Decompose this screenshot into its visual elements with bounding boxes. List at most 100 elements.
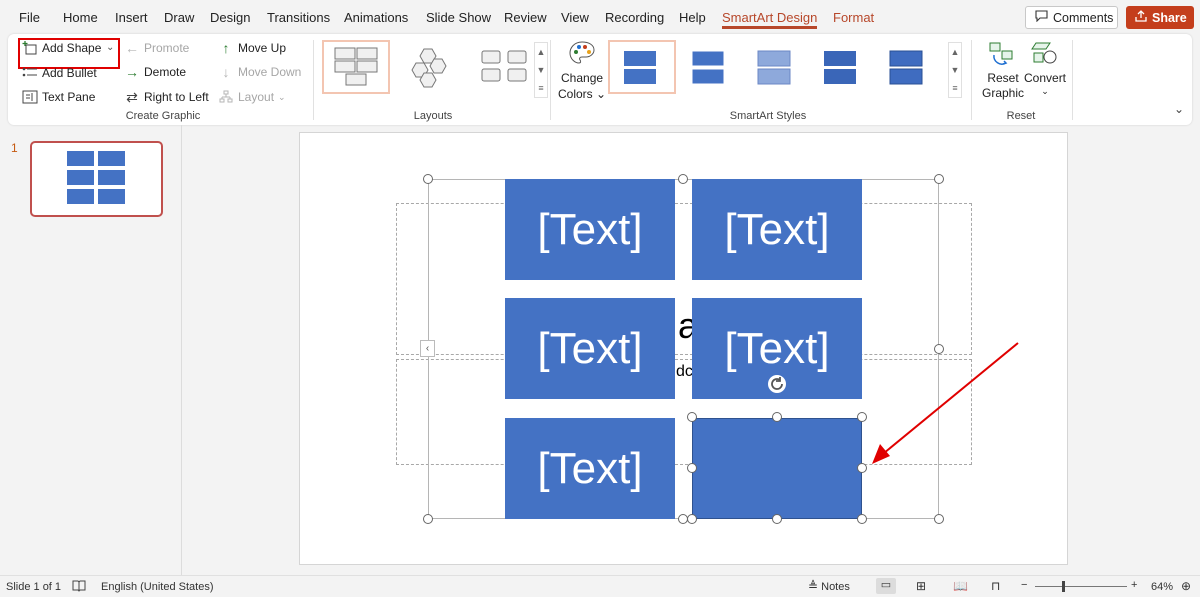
group-divider	[971, 40, 972, 120]
add-shape-button[interactable]: Add Shape	[18, 38, 120, 69]
menu-view[interactable]: View	[561, 10, 589, 25]
notes-button[interactable]: ≜ Notes	[808, 579, 850, 593]
reading-view-icon[interactable]: 📖	[953, 579, 968, 593]
slide-counter: Slide 1 of 1	[6, 581, 62, 593]
move-down-label: Move Down	[238, 65, 302, 79]
shape-resize-handle[interactable]	[687, 463, 697, 473]
frame-resize-handle[interactable]	[934, 174, 944, 184]
change-colors-button[interactable]: Change Colors ⌄	[558, 40, 606, 101]
move-down-button[interactable]: ↓ Move Down	[218, 64, 302, 80]
style-option-4[interactable]	[808, 40, 876, 94]
frame-resize-handle[interactable]	[678, 174, 688, 184]
menu-home[interactable]: Home	[63, 10, 98, 25]
menu-animations[interactable]: Animations	[344, 10, 408, 25]
smartart-styles-gallery: ▲ ▼ ≡	[608, 40, 966, 100]
smartart-shape-1[interactable]: [Text]	[505, 179, 675, 280]
arrow-right-icon: →	[125, 64, 139, 80]
shape-resize-handle[interactable]	[857, 514, 867, 524]
zoom-in-icon[interactable]: +	[1131, 579, 1137, 591]
more-icon[interactable]: ≡	[949, 79, 961, 97]
ribbon: Add Shape ⌄ Add Bullet Text Pane ← Promo…	[8, 34, 1192, 125]
menu-slide-show[interactable]: Slide Show	[426, 10, 491, 25]
normal-view-icon[interactable]: ▭	[876, 578, 896, 594]
share-button[interactable]: Share	[1126, 6, 1194, 29]
right-to-left-button[interactable]: ⇄ Right to Left	[124, 89, 209, 105]
slide-sorter-icon[interactable]: ⊞	[916, 579, 926, 593]
layout-option-blocks[interactable]	[470, 40, 538, 94]
text-pane-icon	[22, 89, 38, 105]
style-option-3[interactable]	[742, 40, 810, 94]
text-pane-button[interactable]: Text Pane	[22, 89, 95, 105]
scroll-down-icon[interactable]: ▼	[535, 61, 547, 79]
smartart-shape-5[interactable]: [Text]	[505, 418, 675, 519]
more-icon[interactable]: ≡	[535, 79, 547, 97]
style-option-1[interactable]	[608, 40, 676, 94]
zoom-level[interactable]: 64%	[1151, 581, 1173, 593]
add-bullet-button[interactable]: Add Bullet	[22, 65, 97, 81]
layouts-scroll[interactable]: ▲ ▼ ≡	[534, 42, 548, 98]
smartart-shape-2[interactable]: [Text]	[692, 179, 862, 280]
zoom-out-icon[interactable]: −	[1021, 579, 1027, 591]
menu-file[interactable]: File	[19, 10, 40, 25]
comments-label: Comments	[1053, 10, 1114, 25]
layout-option-grid[interactable]	[322, 40, 390, 94]
convert-button[interactable]: Convert ⌄	[1024, 39, 1066, 97]
layout-label: Layout	[238, 90, 275, 104]
layout-option-hexagon[interactable]	[396, 40, 464, 94]
scroll-up-icon[interactable]: ▲	[535, 43, 547, 61]
menu-format[interactable]: Format	[833, 10, 874, 25]
demote-button[interactable]: → Demote	[124, 64, 186, 80]
shape-resize-handle[interactable]	[772, 514, 782, 524]
layout-tree-icon	[218, 89, 234, 105]
menu-help[interactable]: Help	[679, 10, 706, 25]
collapse-ribbon-icon[interactable]: ⌄	[1174, 102, 1184, 116]
menu-smartart-design[interactable]: SmartArt Design	[722, 10, 818, 29]
shape-resize-handle[interactable]	[687, 514, 697, 524]
smartart-shape-3[interactable]: [Text]	[505, 298, 675, 399]
menu-draw[interactable]: Draw	[164, 10, 194, 25]
scroll-up-icon[interactable]: ▲	[949, 43, 961, 61]
share-icon	[1135, 10, 1147, 25]
reset-graphic-label-1: Reset	[987, 71, 1019, 85]
menu-review[interactable]: Review	[504, 10, 547, 25]
move-up-button[interactable]: ↑ Move Up	[218, 40, 287, 56]
rotate-handle-icon[interactable]	[767, 374, 787, 394]
style-option-2[interactable]	[676, 40, 744, 94]
slideshow-icon[interactable]: ⊓	[991, 579, 1000, 593]
bullet-list-icon	[22, 65, 38, 81]
reset-graphic-label-2: Graphic	[982, 86, 1025, 100]
layouts-group-label: Layouts	[413, 110, 453, 122]
scroll-down-icon[interactable]: ▼	[949, 61, 961, 79]
shape-resize-handle[interactable]	[687, 412, 697, 422]
convert-icon	[1030, 39, 1060, 70]
annotation-arrow-icon	[872, 342, 1019, 464]
frame-resize-handle[interactable]	[934, 514, 944, 524]
menu-insert[interactable]: Insert	[115, 10, 148, 25]
layout-button[interactable]: Layout ⌄	[218, 89, 286, 105]
menu-recording[interactable]: Recording	[605, 10, 664, 25]
add-shape-dropdown-icon[interactable]: ⌄	[106, 42, 114, 53]
frame-resize-handle[interactable]	[423, 174, 433, 184]
styles-scroll[interactable]: ▲ ▼ ≡	[948, 42, 962, 98]
shape-resize-handle[interactable]	[772, 412, 782, 422]
frame-resize-handle[interactable]	[423, 514, 433, 524]
swap-arrows-icon: ⇄	[126, 88, 138, 105]
zoom-slider-track[interactable]	[1035, 586, 1127, 587]
promote-button[interactable]: ← Promote	[124, 40, 189, 56]
arrow-left-icon: ←	[125, 40, 139, 56]
zoom-slider-thumb[interactable]	[1062, 581, 1065, 592]
comments-button[interactable]: Comments	[1025, 6, 1118, 29]
fit-to-window-icon[interactable]: ⊕	[1181, 579, 1191, 593]
layout-dropdown-icon: ⌄	[278, 91, 286, 102]
text-pane-toggle-icon[interactable]: ‹	[420, 340, 435, 357]
style-option-5[interactable]	[874, 40, 942, 94]
change-colors-label-1: Change	[561, 71, 604, 85]
menu-transitions[interactable]: Transitions	[267, 10, 330, 25]
reset-graphic-button[interactable]: Reset Graphic	[982, 39, 1024, 100]
language-indicator[interactable]: English (United States)	[101, 581, 214, 593]
smartart-shape-6-selected[interactable]	[692, 418, 862, 519]
accessibility-icon[interactable]	[72, 579, 86, 595]
menu-design[interactable]: Design	[210, 10, 250, 25]
slide-thumbnail[interactable]	[30, 141, 163, 217]
menu-bar: File Home Insert Draw Design Transitions…	[0, 0, 1200, 34]
